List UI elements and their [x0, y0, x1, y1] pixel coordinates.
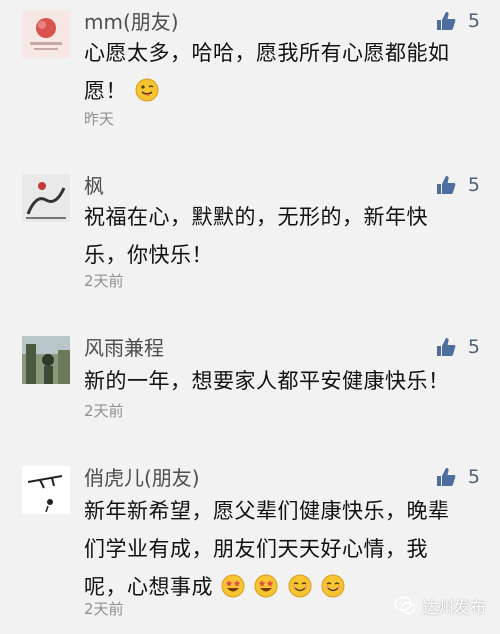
watermark: 达州发布 [394, 594, 486, 618]
comment-line: 心愿太多，哈哈，愿我所有心愿都能如 [84, 41, 450, 65]
like-button[interactable]: 5 [436, 10, 480, 32]
tongue-wink-emoji [135, 78, 159, 102]
like-count: 5 [467, 174, 480, 196]
comment-line: 乐，你快乐！ [84, 243, 213, 267]
thumbs-up-icon [436, 175, 456, 195]
like-count: 5 [467, 10, 480, 32]
comment-line: 新的一年，想要家人都平安健康快乐！ [84, 369, 450, 393]
smiling-emoji [321, 574, 345, 598]
commenter-name[interactable]: 枫 [84, 174, 104, 198]
avatar[interactable] [22, 174, 70, 222]
timestamp: 2天前 [84, 272, 124, 290]
comment-line-with-emoji: 愿！ [84, 72, 474, 110]
avatar[interactable] [22, 10, 70, 58]
comment-text: 心愿太多，哈哈，愿我所有心愿都能如 愿！ [84, 34, 474, 110]
commenter-name[interactable]: 风雨兼程 [84, 336, 164, 360]
star-struck-emoji [221, 574, 245, 598]
comment-text: 新年新希望，愿父辈们健康快乐，晚辈 们学业有成，朋友们天天好心情，我 呢，心想事… [84, 492, 474, 606]
comment-line: 新年新希望，愿父辈们健康快乐，晚辈 [84, 499, 450, 523]
like-button[interactable]: 5 [436, 174, 480, 196]
comment-text: 新的一年，想要家人都平安健康快乐！ [84, 362, 474, 400]
like-button[interactable]: 5 [436, 336, 480, 358]
thumbs-up-icon [436, 11, 456, 31]
smiling-emoji [288, 574, 312, 598]
thumbs-up-icon [436, 337, 456, 357]
like-button[interactable]: 5 [436, 466, 480, 488]
like-count: 5 [467, 466, 480, 488]
wechat-icon [394, 595, 416, 617]
comment-line: 愿！ [84, 79, 127, 103]
commenter-name[interactable]: mm(朋友) [84, 10, 179, 34]
timestamp: 2天前 [84, 402, 124, 420]
commenter-name[interactable]: 俏虎儿(朋友) [84, 466, 200, 490]
avatar[interactable] [22, 336, 70, 384]
comment-line: 呢，心想事成 [84, 575, 213, 599]
like-count: 5 [467, 336, 480, 358]
timestamp: 2天前 [84, 600, 124, 618]
comment-text: 祝福在心，默默的，无形的，新年快 乐，你快乐！ [84, 198, 474, 274]
timestamp: 昨天 [84, 110, 115, 128]
avatar[interactable] [22, 466, 70, 514]
comment-line: 祝福在心，默默的，无形的，新年快 [84, 205, 428, 229]
comment-line: 们学业有成，朋友们天天好心情，我 [84, 537, 428, 561]
thumbs-up-icon [436, 467, 456, 487]
watermark-text: 达州发布 [421, 598, 486, 617]
star-struck-emoji [254, 574, 278, 598]
